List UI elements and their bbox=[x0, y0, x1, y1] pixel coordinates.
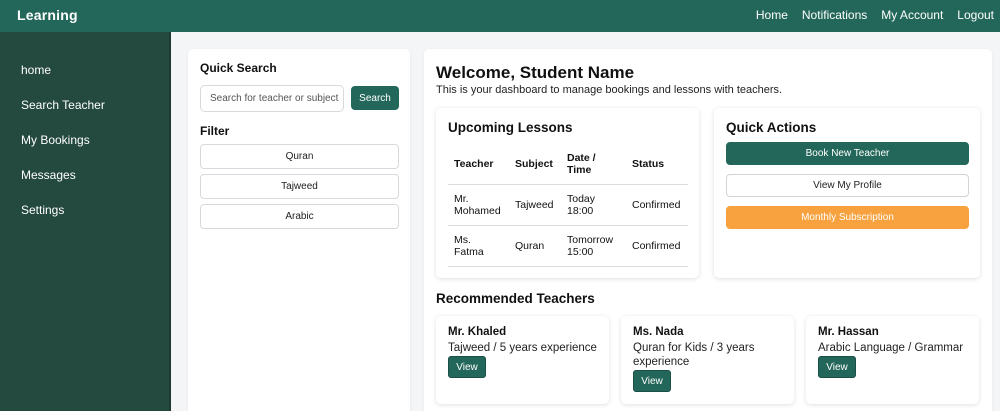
sidebar-item-home[interactable]: home bbox=[21, 63, 51, 77]
dashboard-panel: Welcome, Student Name This is your dashb… bbox=[424, 49, 992, 411]
view-my-profile-button[interactable]: View My Profile bbox=[726, 174, 969, 197]
sidebar-item-search-teacher[interactable]: Search Teacher bbox=[21, 98, 105, 112]
nav-logout-link[interactable]: Logout bbox=[957, 8, 994, 22]
col-subject-header: Subject bbox=[509, 144, 561, 185]
teacher-description: Tajweed / 5 years experience bbox=[448, 342, 597, 354]
sidebar-item-messages[interactable]: Messages bbox=[21, 168, 76, 182]
sidebar-item-settings[interactable]: Settings bbox=[21, 203, 64, 217]
lesson-status: Confirmed bbox=[626, 225, 688, 267]
dashboard-subtitle: This is your dashboard to manage booking… bbox=[436, 84, 783, 96]
nav-notifications-link[interactable]: Notifications bbox=[802, 8, 867, 22]
nav-my-account-link[interactable]: My Account bbox=[881, 8, 943, 22]
recommended-teachers-title: Recommended Teachers bbox=[436, 291, 595, 306]
teacher-description: Arabic Language / Grammar bbox=[818, 342, 964, 354]
filter-title: Filter bbox=[200, 124, 230, 138]
monthly-subscription-button[interactable]: Monthly Subscription bbox=[726, 206, 969, 229]
upcoming-lessons-title: Upcoming Lessons bbox=[448, 120, 573, 135]
filter-arabic-button[interactable]: Arabic bbox=[200, 204, 399, 229]
teacher-card: Ms. Nada Quran for Kids / 3 years experi… bbox=[621, 316, 794, 404]
brand-logo[interactable]: Learning bbox=[17, 7, 78, 23]
lesson-datetime: Tomorrow 15:00 bbox=[561, 225, 626, 267]
top-navbar: Learning Home Notifications My Account L… bbox=[0, 0, 1000, 32]
teacher-card: Mr. Khaled Tajweed / 5 years experience … bbox=[436, 316, 609, 404]
teacher-name: Ms. Nada bbox=[633, 326, 684, 338]
view-teacher-button[interactable]: View bbox=[633, 370, 671, 392]
quick-actions-card: Quick Actions Book New Teacher View My P… bbox=[714, 108, 980, 278]
book-new-teacher-button[interactable]: Book New Teacher bbox=[726, 142, 969, 165]
upcoming-lessons-card: Upcoming Lessons Teacher Subject Date / … bbox=[436, 108, 699, 278]
quick-search-title: Quick Search bbox=[200, 61, 277, 75]
view-teacher-button[interactable]: View bbox=[448, 356, 486, 378]
lesson-subject: Tajweed bbox=[509, 184, 561, 226]
view-teacher-button[interactable]: View bbox=[818, 356, 856, 378]
filter-tajweed-button[interactable]: Tajweed bbox=[200, 174, 399, 199]
table-row[interactable]: Mr. Mohamed Tajweed Today 18:00 Confirme… bbox=[448, 184, 688, 226]
sidebar: home Search Teacher My Bookings Messages… bbox=[0, 32, 171, 411]
sidebar-item-my-bookings[interactable]: My Bookings bbox=[21, 133, 90, 147]
col-teacher-header: Teacher bbox=[448, 144, 509, 185]
teacher-description: Quran for Kids / 3 years experience bbox=[633, 342, 755, 368]
filter-quran-button[interactable]: Quran bbox=[200, 144, 399, 169]
teacher-name: Mr. Hassan bbox=[818, 326, 879, 338]
table-row[interactable]: Ms. Fatma Quran Tomorrow 15:00 Confirmed bbox=[448, 225, 688, 267]
search-button[interactable]: Search bbox=[351, 86, 399, 110]
lesson-status: Confirmed bbox=[626, 184, 688, 226]
search-input[interactable] bbox=[200, 85, 344, 112]
lessons-table: Teacher Subject Date / Time Status Mr. M… bbox=[448, 144, 688, 267]
lesson-teacher: Mr. Mohamed bbox=[448, 184, 509, 226]
welcome-heading: Welcome, Student Name bbox=[436, 63, 635, 82]
lesson-datetime: Today 18:00 bbox=[561, 184, 626, 226]
lesson-subject: Quran bbox=[509, 225, 561, 267]
teacher-name: Mr. Khaled bbox=[448, 326, 507, 338]
col-datetime-header: Date / Time bbox=[561, 144, 626, 185]
col-status-header: Status bbox=[626, 144, 688, 185]
lesson-teacher: Ms. Fatma bbox=[448, 225, 509, 267]
quick-actions-title: Quick Actions bbox=[726, 120, 817, 135]
top-nav: Home Notifications My Account Logout bbox=[756, 8, 994, 22]
teacher-card: Mr. Hassan Arabic Language / Grammar Vie… bbox=[806, 316, 979, 404]
quick-search-panel: Quick Search Search Filter Quran Tajweed… bbox=[188, 49, 410, 411]
nav-home-link[interactable]: Home bbox=[756, 8, 788, 22]
table-header-row: Teacher Subject Date / Time Status bbox=[448, 144, 688, 185]
